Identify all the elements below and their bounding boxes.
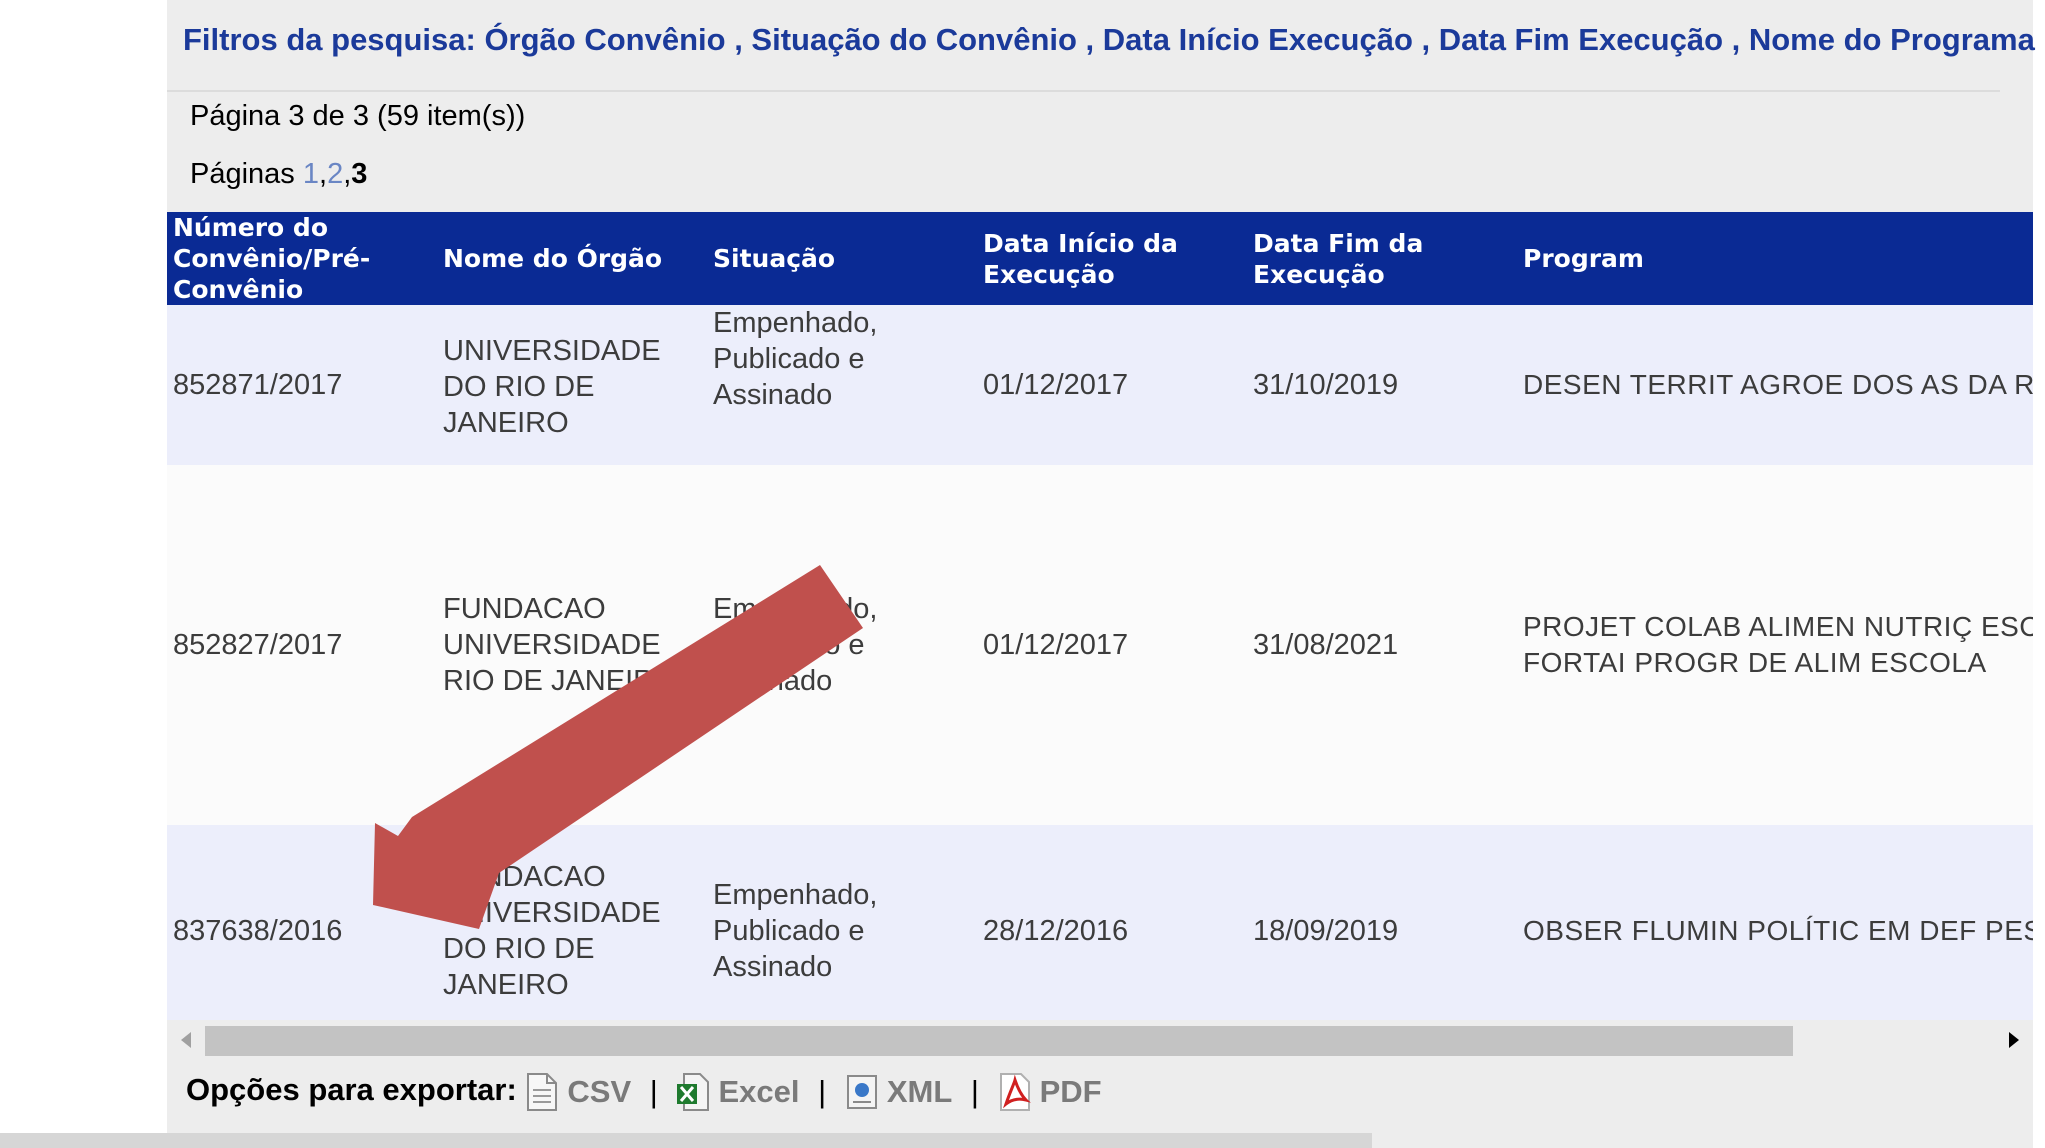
table-row[interactable]: 852827/2017 FUNDACAO UNIVERSIDADE RIO DE… <box>167 465 2033 825</box>
cell-programa: PROJET COLAB ALIMEN NUTRIÇ ESCOLA UNIRIO… <box>1523 611 2033 678</box>
scroll-left-arrow-icon[interactable] <box>181 1032 191 1048</box>
page-bottom-bar <box>0 1133 1372 1148</box>
cell-situacao: Empenhado, Publicado e Assinado <box>713 307 878 411</box>
export-separator: | <box>970 1074 979 1109</box>
cell-inicio: 01/12/2017 <box>983 369 1129 401</box>
page-link-1[interactable]: 1 <box>303 158 319 190</box>
table-header-row: Número do Convênio/Pré-Convênio Nome do … <box>167 212 2033 305</box>
cell-numero: 837638/2016 <box>173 915 343 947</box>
page-info: Página 3 de 3 (59 item(s)) <box>190 100 526 132</box>
export-xml-link[interactable]: XML <box>845 1072 961 1109</box>
column-header-situacao[interactable]: Situação <box>707 212 977 305</box>
xml-file-icon <box>846 1075 877 1109</box>
cell-orgao: FUNDACAO UNIVERSIDADE RIO DE JANEIRO <box>443 593 677 697</box>
export-csv-label: CSV <box>567 1074 632 1109</box>
export-options: Opções para exportar: CSV | Excel | XML … <box>186 1072 1102 1112</box>
cell-situacao: Empenhado, Publicado e Assinado <box>713 879 878 983</box>
cell-inicio: 28/12/2016 <box>983 915 1129 947</box>
divider <box>167 90 2000 92</box>
table-row[interactable]: 837638/2016 FUNDACAO UNIVERSIDADE DO RIO… <box>167 825 2033 1020</box>
cell-orgao: FUNDACAO UNIVERSIDADE DO RIO DE JANEIRO <box>443 861 661 1001</box>
cell-fim: 18/09/2019 <box>1253 915 1399 947</box>
column-header-orgao[interactable]: Nome do Órgão <box>437 212 707 305</box>
export-xml-label: XML <box>886 1074 953 1109</box>
cell-programa: DESEN TERRIT AGROE DOS AS DA REF <box>1523 369 2033 400</box>
cell-numero: 852871/2017 <box>173 369 343 401</box>
export-label: Opções para exportar: <box>186 1072 517 1108</box>
page-current-3: 3 <box>351 158 368 190</box>
cell-fim: 31/08/2021 <box>1253 629 1399 661</box>
export-separator: | <box>649 1074 658 1109</box>
table-row[interactable]: 852871/2017 UNIVERSIDADE DO RIO DE JANEI… <box>167 305 2033 465</box>
horizontal-scrollbar[interactable] <box>167 1020 2033 1060</box>
cell-numero: 852827/2017 <box>173 629 343 661</box>
cell-inicio: 01/12/2017 <box>983 629 1129 661</box>
csv-file-icon <box>527 1073 558 1111</box>
column-header-fim[interactable]: Data Fim da Execução <box>1247 212 1517 305</box>
column-header-inicio[interactable]: Data Início da Execução <box>977 212 1247 305</box>
search-filters-title: Filtros da pesquisa: Órgão Convênio , Si… <box>183 22 2035 57</box>
scrollbar-thumb[interactable] <box>205 1026 1793 1056</box>
column-header-numero[interactable]: Número do Convênio/Pré-Convênio <box>167 212 437 305</box>
results-table-container: Número do Convênio/Pré-Convênio Nome do … <box>167 212 2033 1020</box>
export-csv-link[interactable]: CSV <box>525 1072 639 1111</box>
scroll-right-arrow-icon[interactable] <box>2009 1032 2019 1048</box>
pagination-label: Páginas <box>190 158 295 190</box>
pagination: Páginas 1,2,3 <box>190 158 367 191</box>
export-excel-label: Excel <box>718 1074 800 1109</box>
cell-situacao: Empenhado, Publicado e Assinado <box>713 593 878 697</box>
cell-programa: OBSER FLUMIN POLÍTIC EM DEF PESSO DEFICI… <box>1523 915 2033 946</box>
export-pdf-link[interactable]: PDF <box>998 1072 1102 1111</box>
cell-fim: 31/10/2019 <box>1253 369 1399 401</box>
cell-orgao: UNIVERSIDADE DO RIO DE JANEIRO <box>443 335 661 439</box>
export-pdf-label: PDF <box>1039 1074 1102 1109</box>
column-header-programa[interactable]: Program <box>1517 212 2033 305</box>
results-table: Número do Convênio/Pré-Convênio Nome do … <box>167 212 2033 1020</box>
excel-file-icon <box>677 1073 710 1111</box>
export-separator: | <box>818 1074 827 1109</box>
pagination-separator: , <box>319 158 328 190</box>
page-link-2[interactable]: 2 <box>327 158 343 190</box>
pdf-file-icon <box>999 1073 1031 1111</box>
export-excel-link[interactable]: Excel <box>676 1072 808 1111</box>
